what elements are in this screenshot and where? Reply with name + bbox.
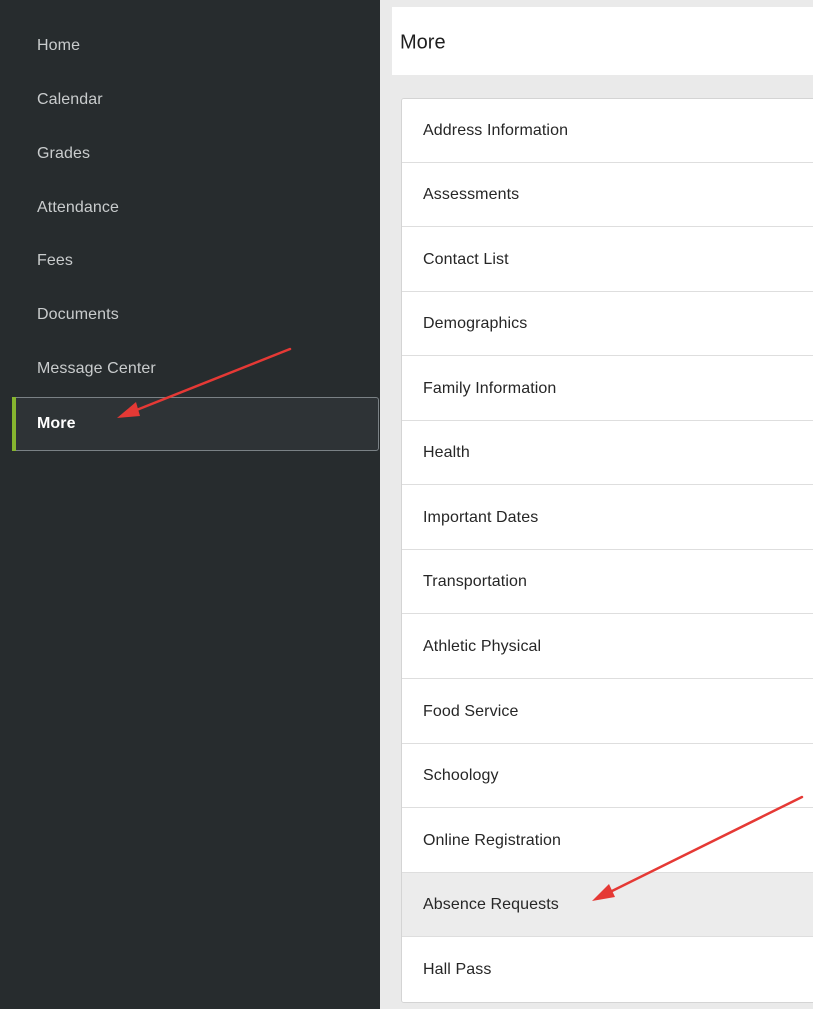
sidebar-item-label: Message Center: [37, 360, 156, 377]
list-item-label: Contact List: [423, 250, 509, 268]
list-item-label: Health: [423, 443, 470, 461]
sidebar-item-more[interactable]: More: [12, 397, 379, 451]
list-item-label: Transportation: [423, 572, 527, 590]
active-indicator: [12, 397, 16, 451]
list-item-food-service[interactable]: Food Service: [402, 680, 813, 744]
list-item-contact-list[interactable]: Contact List: [402, 228, 813, 292]
sidebar-item-calendar[interactable]: Calendar: [12, 72, 379, 126]
list-item-label: Online Registration: [423, 831, 561, 849]
list-item-hall-pass[interactable]: Hall Pass: [402, 938, 813, 1002]
sidebar-item-label: Calendar: [37, 91, 103, 108]
list-item-label: Address Information: [423, 121, 569, 139]
sidebar-item-fees[interactable]: Fees: [12, 233, 379, 287]
page-header: More: [392, 7, 813, 75]
sidebar-item-label: Documents: [37, 306, 119, 323]
sidebar-item-attendance[interactable]: Attendance: [12, 180, 379, 234]
list-item-label: Athletic Physical: [423, 637, 542, 655]
sidebar-item-grades[interactable]: Grades: [12, 126, 379, 180]
sidebar-item-home[interactable]: Home: [12, 18, 379, 72]
list-item-label: Schoology: [423, 766, 499, 784]
more-list: Address Information Assessments Contact …: [401, 98, 813, 1003]
list-item-family-information[interactable]: Family Information: [402, 357, 813, 421]
list-item-label: Assessments: [423, 185, 520, 203]
list-item-label: Hall Pass: [423, 961, 492, 978]
list-item-assessments[interactable]: Assessments: [402, 163, 813, 227]
list-item-address-information[interactable]: Address Information: [402, 99, 813, 163]
list-item-label: Absence Requests: [423, 895, 559, 913]
sidebar-item-label: Fees: [37, 252, 73, 269]
list-item-label: Food Service: [423, 702, 519, 720]
list-item-transportation[interactable]: Transportation: [402, 550, 813, 614]
list-item-schoology[interactable]: Schoology: [402, 744, 813, 808]
page-title: More: [400, 31, 446, 54]
list-item-label: Important Dates: [423, 508, 539, 526]
list-item-important-dates[interactable]: Important Dates: [402, 486, 813, 550]
sidebar-item-label: Grades: [37, 145, 91, 162]
list-item-health[interactable]: Health: [402, 421, 813, 485]
list-item-demographics[interactable]: Demographics: [402, 292, 813, 356]
sidebar-item-message-center[interactable]: Message Center: [12, 341, 379, 395]
sidebar-nav: Home Calendar Grades Attendance Fees Doc…: [0, 0, 380, 1009]
list-item-label: Family Information: [423, 379, 557, 397]
list-item-online-registration[interactable]: Online Registration: [402, 809, 813, 873]
list-item-label: Demographics: [423, 314, 528, 332]
sidebar-item-label: More: [37, 415, 76, 432]
sidebar-item-label: Attendance: [37, 199, 119, 216]
sidebar-item-documents[interactable]: Documents: [12, 287, 379, 341]
main-content: More Address Information Assessments Con…: [380, 0, 813, 1009]
list-item-absence-requests[interactable]: Absence Requests: [402, 873, 813, 937]
sidebar-item-label: Home: [37, 37, 81, 54]
list-item-athletic-physical[interactable]: Athletic Physical: [402, 615, 813, 679]
